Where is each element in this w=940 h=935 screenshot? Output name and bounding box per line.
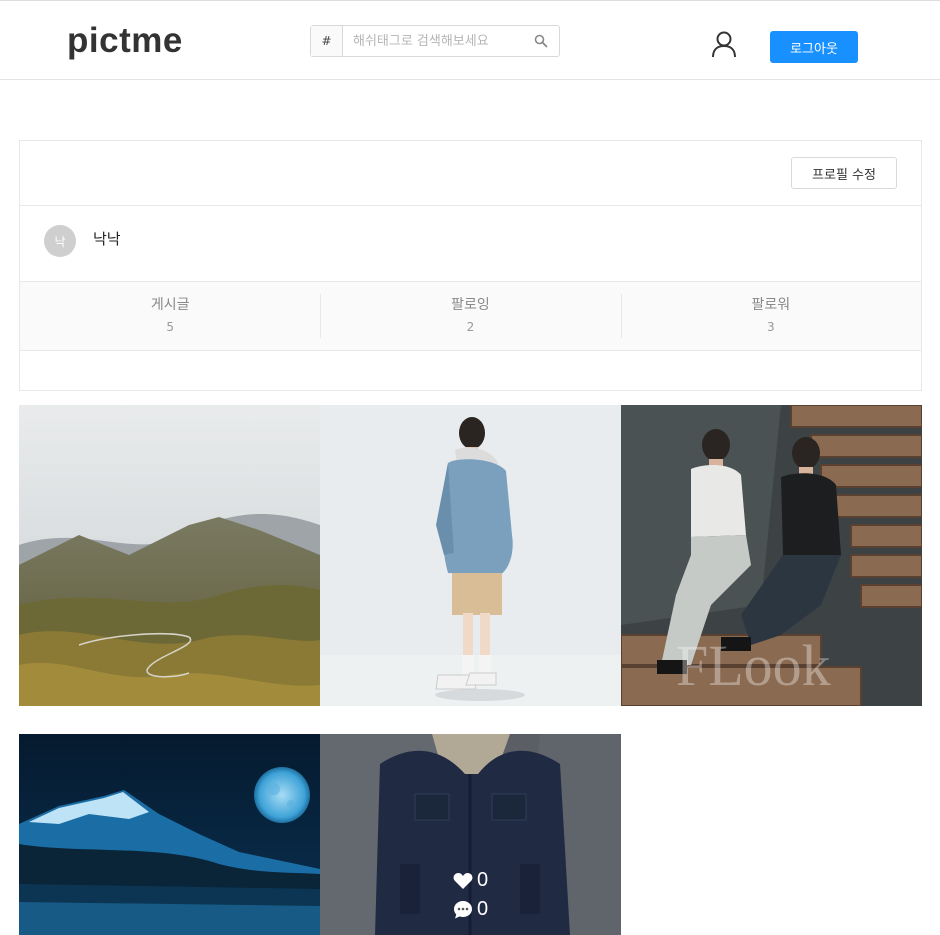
watermark: FLook: [676, 633, 831, 698]
stat-followers[interactable]: 팔로워 3: [620, 282, 921, 350]
stat-value: 2: [466, 320, 475, 334]
blue-mountain-moon-image: [19, 734, 320, 935]
stat-value: 3: [767, 320, 775, 334]
post-thumbnail-two-men-on-pallets[interactable]: FLook: [621, 405, 922, 706]
comment-bubble-icon: [453, 900, 472, 918]
edit-profile-button[interactable]: 프로필 수정: [791, 157, 897, 189]
username: 낙낙: [93, 230, 121, 248]
hash-prefix: #: [311, 26, 343, 56]
mountain-valley-image: [19, 405, 320, 706]
user-icon[interactable]: [709, 29, 739, 59]
two-men-on-pallets-image: FLook: [621, 405, 922, 706]
search-icon[interactable]: [534, 34, 548, 48]
logout-button[interactable]: 로그아웃: [770, 31, 858, 63]
search-input[interactable]: [343, 27, 523, 55]
post-thumbnail-sherpa-denim-jacket[interactable]: 0 0: [320, 734, 621, 935]
post-thumbnail-mountain-valley[interactable]: [19, 405, 320, 706]
stat-posts[interactable]: 게시글 5: [20, 282, 320, 350]
post-thumbnail-blue-mountain-moon[interactable]: [19, 734, 320, 935]
profile-card: 프로필 수정 낙 낙낙 게시글 5 팔로잉 2 팔로워 3: [19, 140, 922, 391]
stat-following[interactable]: 팔로잉 2: [320, 282, 620, 350]
profile-card-header: 프로필 수정: [20, 141, 921, 206]
post-thumbnail-denim-jacket-model[interactable]: [320, 405, 621, 706]
avatar[interactable]: 낙: [44, 225, 76, 257]
likes-row: 0: [453, 869, 488, 892]
hashtag-search: #: [310, 25, 560, 57]
profile-stats: 게시글 5 팔로잉 2 팔로워 3: [20, 282, 921, 351]
profile-user-row: 낙 낙낙: [20, 206, 921, 282]
stat-value: 5: [166, 320, 174, 334]
logo[interactable]: pictme: [67, 21, 183, 61]
comments-row: 0: [453, 898, 488, 921]
stat-label: 팔로잉: [451, 297, 490, 313]
post-stats-overlay: 0 0: [320, 869, 621, 921]
comments-count: 0: [476, 898, 489, 920]
top-header: pictme # 로그아웃: [0, 0, 940, 80]
denim-jacket-model-image: [320, 405, 621, 706]
stat-label: 팔로워: [751, 297, 791, 313]
stat-label: 게시글: [150, 297, 190, 313]
likes-count: 0: [476, 869, 489, 891]
heart-icon: [453, 872, 473, 889]
